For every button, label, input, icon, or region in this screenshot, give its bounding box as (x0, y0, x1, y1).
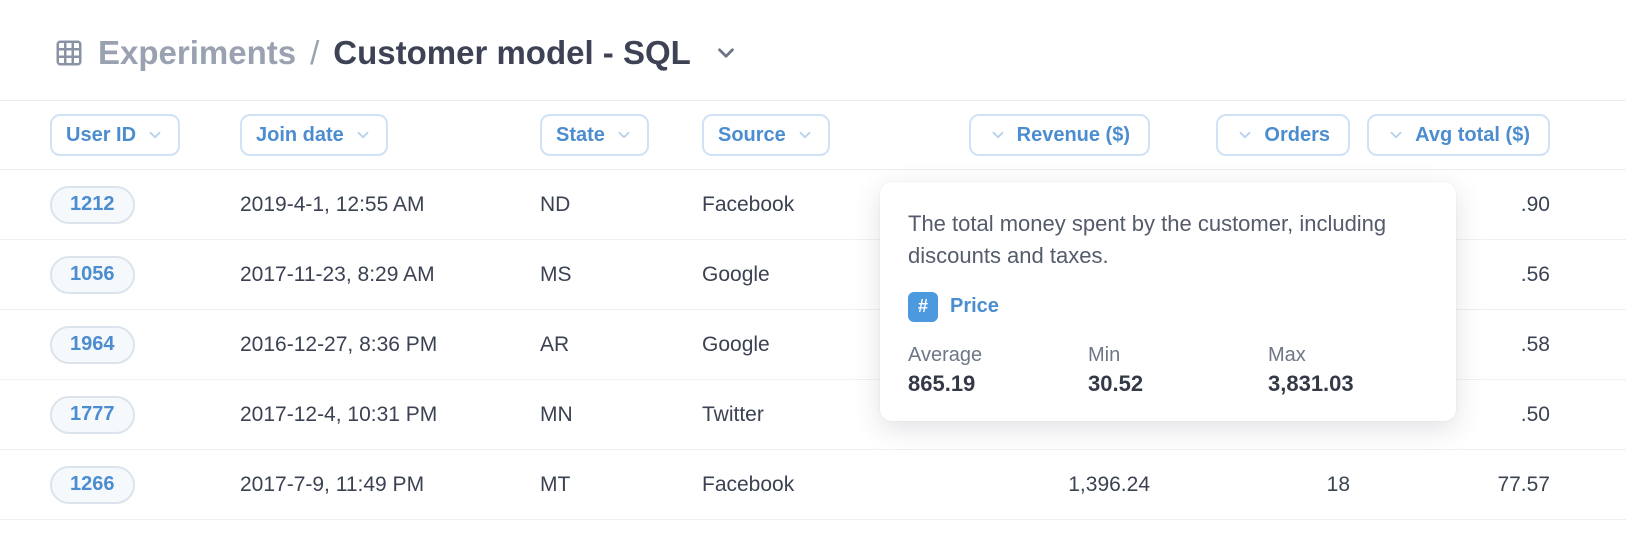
column-header-user-id[interactable]: User ID (50, 114, 180, 156)
stat-value-min: 30.52 (1088, 371, 1248, 397)
chevron-down-icon[interactable] (713, 40, 739, 66)
cell-source: Google (702, 333, 770, 357)
cell-avg-total: .90 (1521, 193, 1550, 217)
column-header-source[interactable]: Source (702, 114, 830, 156)
cell-join-date: 2017-7-9, 11:49 PM (240, 473, 424, 497)
user-id-pill[interactable]: 1212 (50, 186, 135, 224)
table-grid-icon (54, 38, 84, 68)
table-body: 1212 2019-4-1, 12:55 AM ND Facebook .90 … (0, 170, 1626, 520)
column-header-revenue[interactable]: Revenue ($) (969, 114, 1150, 156)
column-header-state[interactable]: State (540, 114, 649, 156)
chevron-down-icon (989, 126, 1007, 144)
cell-orders: 18 (1327, 473, 1350, 497)
cell-source: Facebook (702, 193, 794, 217)
stat-label-min: Min (1088, 344, 1248, 367)
breadcrumb-parent[interactable]: Experiments (98, 34, 296, 72)
cell-state: MN (540, 403, 573, 427)
chevron-down-icon (1387, 126, 1405, 144)
cell-join-date: 2019-4-1, 12:55 AM (240, 193, 424, 217)
user-id-pill[interactable]: 1964 (50, 326, 135, 364)
cell-state: MS (540, 263, 572, 287)
cell-source: Google (702, 263, 770, 287)
cell-avg-total: .50 (1521, 403, 1550, 427)
stat-value-max: 3,831.03 (1268, 371, 1428, 397)
column-label: Avg total ($) (1415, 124, 1530, 147)
cell-source: Twitter (702, 403, 764, 427)
chevron-down-icon (1236, 126, 1254, 144)
column-label: Revenue ($) (1017, 124, 1130, 147)
cell-source: Facebook (702, 473, 794, 497)
breadcrumb-current[interactable]: Customer model - SQL (333, 34, 691, 72)
column-label: Orders (1264, 124, 1330, 147)
cell-join-date: 2017-12-4, 10:31 PM (240, 403, 437, 427)
column-header-orders[interactable]: Orders (1216, 114, 1350, 156)
user-id-pill[interactable]: 1266 (50, 466, 135, 504)
chevron-down-icon (146, 126, 164, 144)
column-tooltip-popover: The total money spent by the customer, i… (880, 182, 1456, 421)
tooltip-tag-label[interactable]: Price (950, 295, 999, 318)
cell-revenue: 1,396.24 (1068, 473, 1150, 497)
chevron-down-icon (354, 126, 372, 144)
cell-state: MT (540, 473, 570, 497)
cell-avg-total: .58 (1521, 333, 1550, 357)
cell-avg-total: .56 (1521, 263, 1550, 287)
cell-join-date: 2016-12-27, 8:36 PM (240, 333, 437, 357)
column-label: Join date (256, 124, 344, 147)
chevron-down-icon (796, 126, 814, 144)
hash-icon: # (908, 292, 938, 322)
column-label: Source (718, 124, 786, 147)
stat-value-average: 865.19 (908, 371, 1068, 397)
user-id-pill[interactable]: 1777 (50, 396, 135, 434)
cell-avg-total: 77.57 (1497, 473, 1550, 497)
table-row[interactable]: 1266 2017-7-9, 11:49 PM MT Facebook 1,39… (0, 450, 1626, 520)
stat-label-average: Average (908, 344, 1068, 367)
cell-join-date: 2017-11-23, 8:29 AM (240, 263, 435, 287)
column-header-join-date[interactable]: Join date (240, 114, 388, 156)
column-label: User ID (66, 124, 136, 147)
breadcrumb: Experiments / Customer model - SQL (0, 0, 1626, 100)
stat-label-max: Max (1268, 344, 1428, 367)
breadcrumb-separator: / (310, 34, 319, 72)
cell-state: ND (540, 193, 570, 217)
cell-state: AR (540, 333, 569, 357)
column-label: State (556, 124, 605, 147)
user-id-pill[interactable]: 1056 (50, 256, 135, 294)
tooltip-description: The total money spent by the customer, i… (908, 208, 1428, 272)
column-header-avg-total[interactable]: Avg total ($) (1367, 114, 1550, 156)
tooltip-tag-row: # Price (908, 292, 1428, 322)
chevron-down-icon (615, 126, 633, 144)
tooltip-stats: Average Min Max 865.19 30.52 3,831.03 (908, 344, 1428, 397)
column-header-row: User ID Join date State Source (0, 100, 1626, 170)
